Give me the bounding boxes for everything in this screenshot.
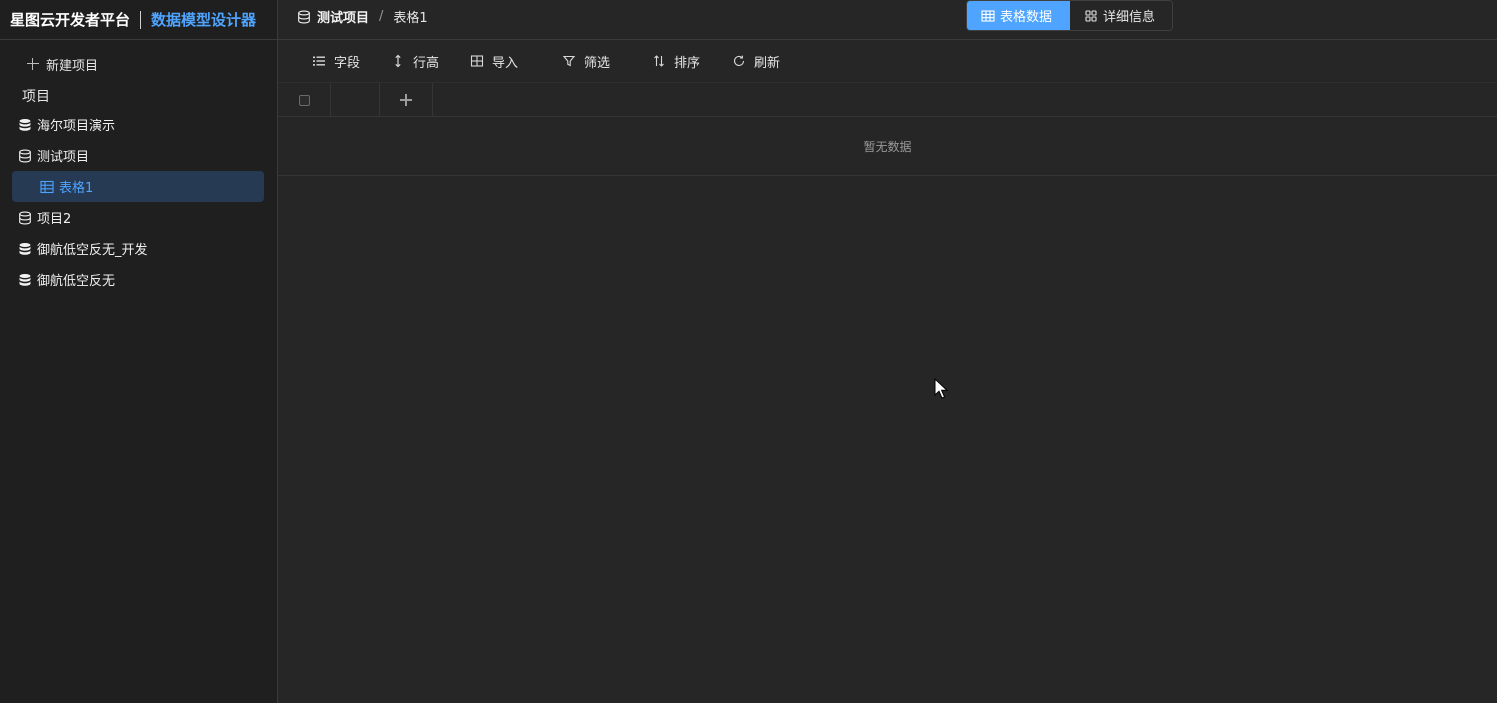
sidebar-item-haier-demo[interactable]: 海尔项目演示 bbox=[12, 109, 264, 140]
table-icon bbox=[981, 9, 995, 22]
refresh-label: 刷新 bbox=[754, 55, 781, 71]
filter-icon bbox=[562, 55, 576, 67]
project-tree: 海尔项目演示 测试项目 表格1 项目2 御航低空反无_开发 御航低空反无 bbox=[12, 109, 264, 295]
database-filled-icon bbox=[19, 273, 31, 286]
filter-button[interactable]: 筛选 bbox=[562, 51, 610, 71]
empty-state-text: 暂无数据 bbox=[863, 139, 912, 154]
tab-label: 表格数据 bbox=[1000, 10, 1053, 25]
app-window: 星图云开发者平台 数据模型设计器 新建项目 项目 海尔项目演示 测试项目 表格1… bbox=[0, 0, 1497, 703]
sidebar-item-yuhang[interactable]: 御航低空反无 bbox=[12, 264, 264, 295]
brand-header: 星图云开发者平台 数据模型设计器 bbox=[0, 0, 277, 40]
grid-icon bbox=[1085, 9, 1097, 22]
database-outline-icon bbox=[19, 211, 31, 224]
fields-label: 字段 bbox=[334, 55, 361, 71]
sidebar: 星图云开发者平台 数据模型设计器 新建项目 项目 海尔项目演示 测试项目 表格1… bbox=[0, 0, 278, 703]
sidebar-item-label: 项目2 bbox=[37, 212, 72, 227]
table-import-icon bbox=[470, 55, 484, 67]
vertical-arrows-icon bbox=[395, 54, 401, 68]
sidebar-item-label: 御航低空反无 bbox=[37, 274, 116, 289]
sort-icon bbox=[654, 55, 664, 67]
sidebar-item-label: 御航低空反无_开发 bbox=[37, 243, 148, 258]
app-subtitle: 数据模型设计器 bbox=[151, 11, 257, 29]
tab-label: 详细信息 bbox=[1103, 10, 1156, 25]
sidebar-item-project2[interactable]: 项目2 bbox=[12, 202, 264, 233]
select-all-cell bbox=[278, 83, 331, 117]
database-outline-icon bbox=[298, 10, 310, 23]
breadcrumb: 测试项目 / 表格1 bbox=[297, 7, 428, 26]
row-height-label: 行高 bbox=[413, 55, 440, 71]
sidebar-item-label: 表格1 bbox=[59, 181, 94, 196]
column-header-empty bbox=[331, 83, 380, 117]
refresh-button[interactable]: 刷新 bbox=[732, 51, 780, 71]
plus-icon bbox=[26, 57, 40, 71]
sidebar-item-table1[interactable]: 表格1 bbox=[12, 171, 264, 202]
row-height-button[interactable]: 行高 bbox=[391, 51, 439, 71]
filter-label: 筛选 bbox=[584, 55, 611, 71]
sort-button[interactable]: 排序 bbox=[652, 51, 700, 71]
top-bar: 测试项目 / 表格1 表格数据 详细信息 bbox=[278, 0, 1497, 40]
tab-table-data[interactable]: 表格数据 bbox=[967, 1, 1070, 30]
database-outline-icon bbox=[19, 149, 31, 162]
sort-label: 排序 bbox=[674, 55, 701, 71]
breadcrumb-table: 表格1 bbox=[393, 11, 428, 26]
import-label: 导入 bbox=[492, 55, 519, 71]
empty-state: 暂无数据 bbox=[278, 117, 1497, 176]
select-all-checkbox[interactable] bbox=[298, 94, 310, 106]
database-filled-icon bbox=[19, 242, 31, 255]
database-filled-icon bbox=[19, 118, 31, 131]
plus-icon bbox=[400, 94, 412, 106]
breadcrumb-project[interactable]: 测试项目 bbox=[317, 7, 369, 26]
new-project-label: 新建项目 bbox=[46, 58, 99, 74]
breadcrumb-separator: / bbox=[379, 9, 384, 24]
add-column-button[interactable] bbox=[380, 83, 433, 117]
refresh-icon bbox=[733, 55, 745, 67]
mouse-cursor-icon bbox=[934, 378, 948, 399]
grid-header bbox=[278, 83, 1497, 117]
sidebar-item-yuhang-dev[interactable]: 御航低空反无_开发 bbox=[12, 233, 264, 264]
import-button[interactable]: 导入 bbox=[470, 51, 518, 71]
sidebar-item-label: 测试项目 bbox=[37, 150, 90, 165]
table-icon bbox=[40, 180, 54, 193]
platform-name: 星图云开发者平台 bbox=[10, 11, 131, 29]
tab-details[interactable]: 详细信息 bbox=[1070, 1, 1172, 30]
projects-section-label: 项目 bbox=[22, 89, 50, 105]
list-icon bbox=[313, 56, 325, 66]
view-switcher: 表格数据 详细信息 bbox=[966, 0, 1173, 31]
brand-divider bbox=[140, 10, 142, 29]
sidebar-item-test-project[interactable]: 测试项目 bbox=[12, 140, 264, 171]
fields-button[interactable]: 字段 bbox=[312, 51, 360, 71]
table-toolbar: 字段 行高 导入 筛选 排序 刷新 bbox=[278, 41, 1497, 83]
new-project-button[interactable]: 新建项目 bbox=[26, 54, 98, 74]
sidebar-item-label: 海尔项目演示 bbox=[37, 119, 116, 134]
